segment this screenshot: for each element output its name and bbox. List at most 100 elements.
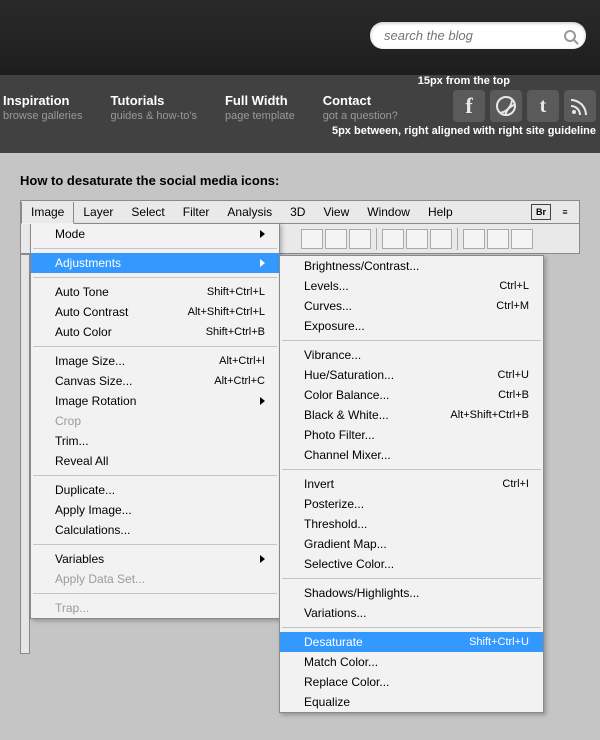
menu-item[interactable]: Curves...Ctrl+M <box>280 296 543 316</box>
menu-item[interactable]: Match Color... <box>280 652 543 672</box>
menu-item-label: Apply Data Set... <box>55 572 265 586</box>
annotation-block: 15px from the top f t 5px between, right… <box>332 75 596 137</box>
menu-item[interactable]: DesaturateShift+Ctrl+U <box>280 632 543 652</box>
menu-item: Crop <box>31 411 279 431</box>
menu-item[interactable]: Variables <box>31 549 279 569</box>
menu-item-label: Apply Image... <box>55 503 265 517</box>
menu-item[interactable]: Apply Image... <box>31 500 279 520</box>
menu-item[interactable]: Brightness/Contrast... <box>280 256 543 276</box>
align-icon[interactable] <box>301 229 323 249</box>
divider <box>457 228 458 250</box>
search-input[interactable] <box>382 27 564 44</box>
menu-item-label: Auto Tone <box>55 285 207 299</box>
menu-item-label: Variations... <box>304 606 529 620</box>
menubar-window[interactable]: Window <box>358 201 419 223</box>
menubar-label: Select <box>131 205 164 219</box>
menubar-analysis[interactable]: Analysis <box>218 201 281 223</box>
nav-title: Full Width <box>225 93 295 108</box>
menu-item[interactable]: Exposure... <box>280 316 543 336</box>
nav-inspiration[interactable]: Inspiration browse galleries <box>3 93 82 122</box>
align-icon[interactable] <box>430 229 452 249</box>
divider <box>376 228 377 250</box>
menubar-image[interactable]: Image <box>21 202 74 224</box>
search-box[interactable] <box>370 22 586 49</box>
menu-item[interactable]: Hue/Saturation...Ctrl+U <box>280 365 543 385</box>
menu-item[interactable]: Image Size...Alt+Ctrl+I <box>31 351 279 371</box>
annotation-bottom: 5px between, right aligned with right si… <box>332 125 596 137</box>
menubar-help[interactable]: Help <box>419 201 462 223</box>
menu-item[interactable]: Black & White...Alt+Shift+Ctrl+B <box>280 405 543 425</box>
menu-separator <box>282 469 541 470</box>
menu-item[interactable]: Canvas Size...Alt+Ctrl+C <box>31 371 279 391</box>
menubar-filter[interactable]: Filter <box>174 201 219 223</box>
menu-separator <box>282 578 541 579</box>
menu-item[interactable]: Vibrance... <box>280 345 543 365</box>
menu-item[interactable]: Reveal All <box>31 451 279 471</box>
menu-item[interactable]: Trim... <box>31 431 279 451</box>
menubar-3d[interactable]: 3D <box>281 201 314 223</box>
menu-item[interactable]: Adjustments <box>31 253 279 273</box>
menu-item-label: Curves... <box>304 299 496 313</box>
menubar-label: View <box>323 205 349 219</box>
rss-icon[interactable] <box>564 90 596 122</box>
menu-item[interactable]: Auto ToneShift+Ctrl+L <box>31 282 279 302</box>
dribbble-icon[interactable] <box>490 90 522 122</box>
align-icon[interactable] <box>349 229 371 249</box>
nav-full-width[interactable]: Full Width page template <box>225 93 295 122</box>
menu-item-label: Posterize... <box>304 497 529 511</box>
facebook-icon[interactable]: f <box>453 90 485 122</box>
menu-item-label: Selective Color... <box>304 557 529 571</box>
menu-item[interactable]: Auto ContrastAlt+Shift+Ctrl+L <box>31 302 279 322</box>
menu-item-shortcut: Shift+Ctrl+L <box>207 286 265 298</box>
menu-separator <box>33 475 277 476</box>
menu-item[interactable]: Auto ColorShift+Ctrl+B <box>31 322 279 342</box>
align-icon[interactable] <box>406 229 428 249</box>
menu-item[interactable]: Threshold... <box>280 514 543 534</box>
menu-item-label: Equalize <box>304 695 529 709</box>
menu-item[interactable]: Photo Filter... <box>280 425 543 445</box>
bridge-icon[interactable]: Br <box>531 204 551 220</box>
align-icon[interactable] <box>382 229 404 249</box>
menu-item[interactable]: Duplicate... <box>31 480 279 500</box>
site-nav: Inspiration browse galleries Tutorials g… <box>0 75 600 153</box>
menu-item-label: Threshold... <box>304 517 529 531</box>
menu-item[interactable]: Gradient Map... <box>280 534 543 554</box>
menubar-layer[interactable]: Layer <box>74 201 122 223</box>
menu-item-label: Shadows/Highlights... <box>304 586 529 600</box>
nav-title: Inspiration <box>3 93 82 108</box>
menu-item[interactable]: Variations... <box>280 603 543 623</box>
menu-item[interactable]: Image Rotation <box>31 391 279 411</box>
menu-item[interactable]: Equalize <box>280 692 543 712</box>
menu-item[interactable]: InvertCtrl+I <box>280 474 543 494</box>
align-icon[interactable] <box>325 229 347 249</box>
menu-item-label: Color Balance... <box>304 388 498 402</box>
menu-item[interactable]: Color Balance...Ctrl+B <box>280 385 543 405</box>
site-header <box>0 0 600 75</box>
menubar-select[interactable]: Select <box>122 201 173 223</box>
twitter-icon[interactable]: t <box>527 90 559 122</box>
menu-item-label: Image Rotation <box>55 394 254 408</box>
menu-item[interactable]: Channel Mixer... <box>280 445 543 465</box>
menu-item-label: Adjustments <box>55 256 254 270</box>
menu-item[interactable]: Levels...Ctrl+L <box>280 276 543 296</box>
bridge-label: Br <box>536 207 546 217</box>
menu-item-label: Image Size... <box>55 354 219 368</box>
menu-item[interactable]: Shadows/Highlights... <box>280 583 543 603</box>
menu-item[interactable]: Posterize... <box>280 494 543 514</box>
menu-separator <box>282 627 541 628</box>
menubar-label: Filter <box>183 205 210 219</box>
distribute-icon[interactable] <box>463 229 485 249</box>
menu-item[interactable]: Calculations... <box>31 520 279 540</box>
menu-item-label: Vibrance... <box>304 348 529 362</box>
menu-item-label: Crop <box>55 414 265 428</box>
distribute-icon[interactable] <box>511 229 533 249</box>
menu-item[interactable]: Selective Color... <box>280 554 543 574</box>
nav-tutorials[interactable]: Tutorials guides & how-to's <box>110 93 196 122</box>
menu-item-label: Variables <box>55 552 254 566</box>
menu-item[interactable]: Replace Color... <box>280 672 543 692</box>
distribute-icon[interactable] <box>487 229 509 249</box>
menu-item[interactable]: Mode <box>31 224 279 244</box>
article-caption: How to desaturate the social media icons… <box>0 153 600 200</box>
menubar-view[interactable]: View <box>314 201 358 223</box>
menu-extra-icon[interactable]: ≡ <box>559 204 571 220</box>
